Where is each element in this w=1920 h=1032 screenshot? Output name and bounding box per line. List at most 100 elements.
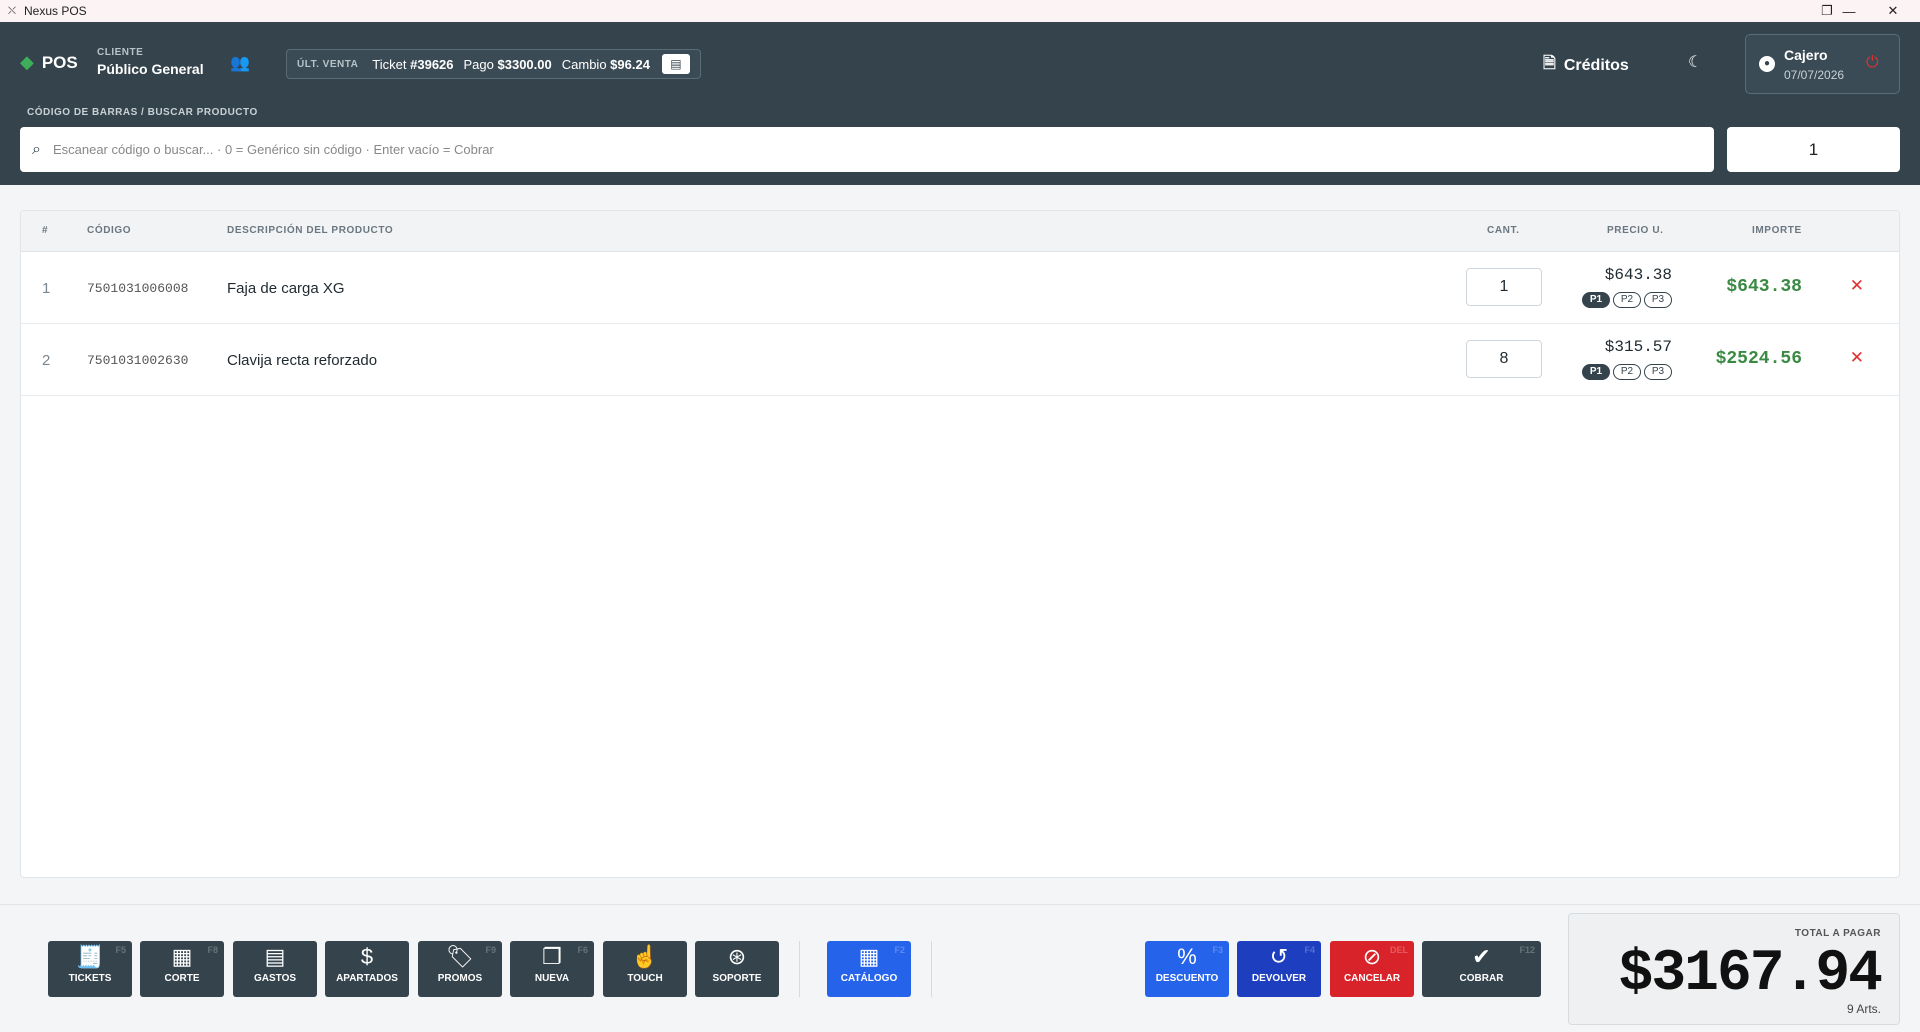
quantity-field[interactable]: 1 bbox=[1466, 268, 1542, 306]
shortcut-key: F8 bbox=[207, 945, 218, 955]
shortcut-key: F3 bbox=[1212, 945, 1223, 955]
tickets-button[interactable]: F5 🧾 TICKETS bbox=[48, 941, 132, 997]
remove-item-icon[interactable]: ✕ bbox=[1850, 276, 1864, 296]
table-row[interactable]: 2 7501031002630 Clavija recta reforzado … bbox=[21, 324, 1899, 396]
quantity-input[interactable]: 1 bbox=[1727, 127, 1900, 172]
power-icon[interactable]: ⏻ bbox=[1866, 54, 1879, 72]
last-sale-label: ÚLT. VENTA bbox=[297, 58, 359, 70]
search-input[interactable] bbox=[52, 142, 1653, 157]
restore-button[interactable]: ❐ bbox=[1804, 0, 1850, 22]
row-number: 2 bbox=[42, 352, 51, 369]
pos-app-icon: ⛌ bbox=[7, 5, 17, 17]
client-name: Público General bbox=[97, 61, 204, 77]
corte-button[interactable]: F8 ▦ CORTE bbox=[140, 941, 224, 997]
descuento-button[interactable]: F3 % DESCUENTO bbox=[1145, 941, 1229, 997]
price-tier-p1[interactable]: P1 bbox=[1582, 364, 1610, 380]
cashier-date: 07/07/2026 bbox=[1784, 68, 1845, 82]
close-button[interactable]: ✕ bbox=[1870, 0, 1916, 22]
row-number: 1 bbox=[42, 280, 51, 297]
shortcut-key: DEL bbox=[1390, 945, 1408, 955]
change-label: Cambio bbox=[561, 56, 607, 72]
price-tier-p3[interactable]: P3 bbox=[1644, 364, 1672, 380]
divider bbox=[931, 941, 932, 997]
button-label: SOPORTE bbox=[712, 973, 762, 984]
touch-icon: ☝ bbox=[631, 944, 659, 969]
cancelar-button[interactable]: DEL ⊘ CANCELAR bbox=[1330, 941, 1414, 997]
line-amount: $643.38 bbox=[1726, 277, 1802, 297]
unit-price: $643.38 bbox=[1604, 266, 1672, 284]
payment-amount: $3300.00 bbox=[497, 56, 552, 72]
button-label: COBRAR bbox=[1459, 973, 1504, 984]
table-row[interactable]: 1 7501031006008 Faja de carga XG 1 $643.… bbox=[21, 252, 1899, 324]
search-label: CÓDIGO DE BARRAS / BUSCAR PRODUCTO bbox=[27, 107, 258, 118]
client-info[interactable]: CLIENTE Público General bbox=[97, 47, 204, 77]
price-tier-selector: P1 P2 P3 bbox=[1582, 364, 1672, 380]
ticket-label: Ticket bbox=[372, 56, 407, 72]
gastos-button[interactable]: ▤ GASTOS bbox=[233, 941, 317, 997]
cobrar-button[interactable]: F12 ✔ COBRAR bbox=[1422, 941, 1541, 997]
button-label: CORTE bbox=[164, 973, 200, 984]
col-code: CÓDIGO bbox=[87, 225, 132, 236]
users-icon[interactable]: 👥 bbox=[228, 52, 252, 76]
price-tier-p2[interactable]: P2 bbox=[1613, 292, 1641, 308]
col-quantity: CANT. bbox=[1487, 225, 1520, 236]
apartados-button[interactable]: $ APARTADOS bbox=[325, 941, 409, 997]
shortcut-key: F9 bbox=[485, 945, 496, 955]
product-code: 7501031006008 bbox=[87, 281, 189, 296]
button-label: GASTOS bbox=[253, 973, 297, 984]
col-unit-price: PRECIO U. bbox=[1607, 225, 1664, 236]
reprint-ticket-icon[interactable]: ▤ bbox=[661, 54, 690, 74]
ticket-number: #39626 bbox=[410, 56, 454, 72]
search-icon: ⌕ bbox=[32, 140, 41, 158]
cashier-panel[interactable]: ● Cajero 07/07/2026 ⏻ bbox=[1745, 34, 1900, 94]
button-label: TOUCH bbox=[627, 973, 663, 984]
shortcut-key: F2 bbox=[894, 945, 905, 955]
button-label: DEVOLVER bbox=[1251, 973, 1307, 984]
expense-receipt-icon: ▤ bbox=[264, 944, 286, 969]
nueva-button[interactable]: F6 ❐ NUEVA bbox=[510, 941, 594, 997]
button-label: DESCUENTO bbox=[1155, 973, 1219, 984]
line-amount: $2524.56 bbox=[1715, 349, 1802, 369]
catalogo-button[interactable]: F2 ▦ CATÁLOGO bbox=[827, 941, 911, 997]
promos-button[interactable]: F9 🏷 PROMOS bbox=[418, 941, 502, 997]
window-title: Nexus POS bbox=[24, 4, 87, 18]
search-bar: ⌕ bbox=[20, 127, 1714, 172]
moon-icon[interactable]: ☾ bbox=[1688, 52, 1702, 72]
product-code: 7501031002630 bbox=[87, 353, 189, 368]
payment-info: Pago $3300.00 bbox=[464, 57, 552, 72]
quantity-field[interactable]: 8 bbox=[1466, 340, 1542, 378]
col-num: # bbox=[42, 225, 49, 236]
change-amount: $96.24 bbox=[610, 56, 650, 72]
price-tier-p2[interactable]: P2 bbox=[1613, 364, 1641, 380]
soporte-button[interactable]: ⊛ SOPORTE bbox=[695, 941, 779, 997]
product-description: Clavija recta reforzado bbox=[227, 352, 378, 369]
price-tier-p3[interactable]: P3 bbox=[1644, 292, 1672, 308]
lifebuoy-icon: ⊛ bbox=[727, 944, 747, 969]
button-label: CANCELAR bbox=[1343, 973, 1401, 984]
credits-button[interactable]: 🗎 Créditos bbox=[1543, 52, 1629, 79]
change-info: Cambio $96.24 bbox=[562, 57, 650, 72]
cart-table: # CÓDIGO DESCRIPCIÓN DEL PRODUCTO CANT. … bbox=[20, 210, 1900, 878]
remove-item-icon[interactable]: ✕ bbox=[1850, 348, 1864, 368]
button-label: NUEVA bbox=[534, 973, 570, 984]
devolver-button[interactable]: F4 ↺ DEVOLVER bbox=[1237, 941, 1321, 997]
shortcut-key: F5 bbox=[115, 945, 126, 955]
header: ◆ POS CLIENTE Público General 👥 ÚLT. VEN… bbox=[0, 22, 1920, 185]
total-label: TOTAL A PAGAR bbox=[1794, 928, 1881, 939]
touch-button[interactable]: ☝ TOUCH bbox=[603, 941, 687, 997]
button-label: CATÁLOGO bbox=[840, 973, 898, 984]
total-amount: $3167.94 bbox=[1618, 942, 1883, 1007]
price-tier-p1[interactable]: P1 bbox=[1582, 292, 1610, 308]
ticket-info: Ticket #39626 bbox=[372, 57, 453, 72]
title-bar: ⛌ Nexus POS — ❐ ✕ bbox=[0, 0, 1920, 22]
shortcut-key: F4 bbox=[1304, 945, 1315, 955]
product-description: Faja de carga XG bbox=[227, 280, 345, 297]
article-count: 9 Arts. bbox=[1846, 1002, 1881, 1016]
button-label: TICKETS bbox=[68, 973, 112, 984]
credits-label: Créditos bbox=[1563, 56, 1629, 74]
button-label: APARTADOS bbox=[336, 973, 398, 984]
cashier-name: Cajero bbox=[1784, 47, 1828, 63]
client-label: CLIENTE bbox=[97, 47, 144, 58]
button-label: PROMOS bbox=[437, 973, 483, 984]
invoice-icon: 🗎 bbox=[1543, 55, 1556, 72]
